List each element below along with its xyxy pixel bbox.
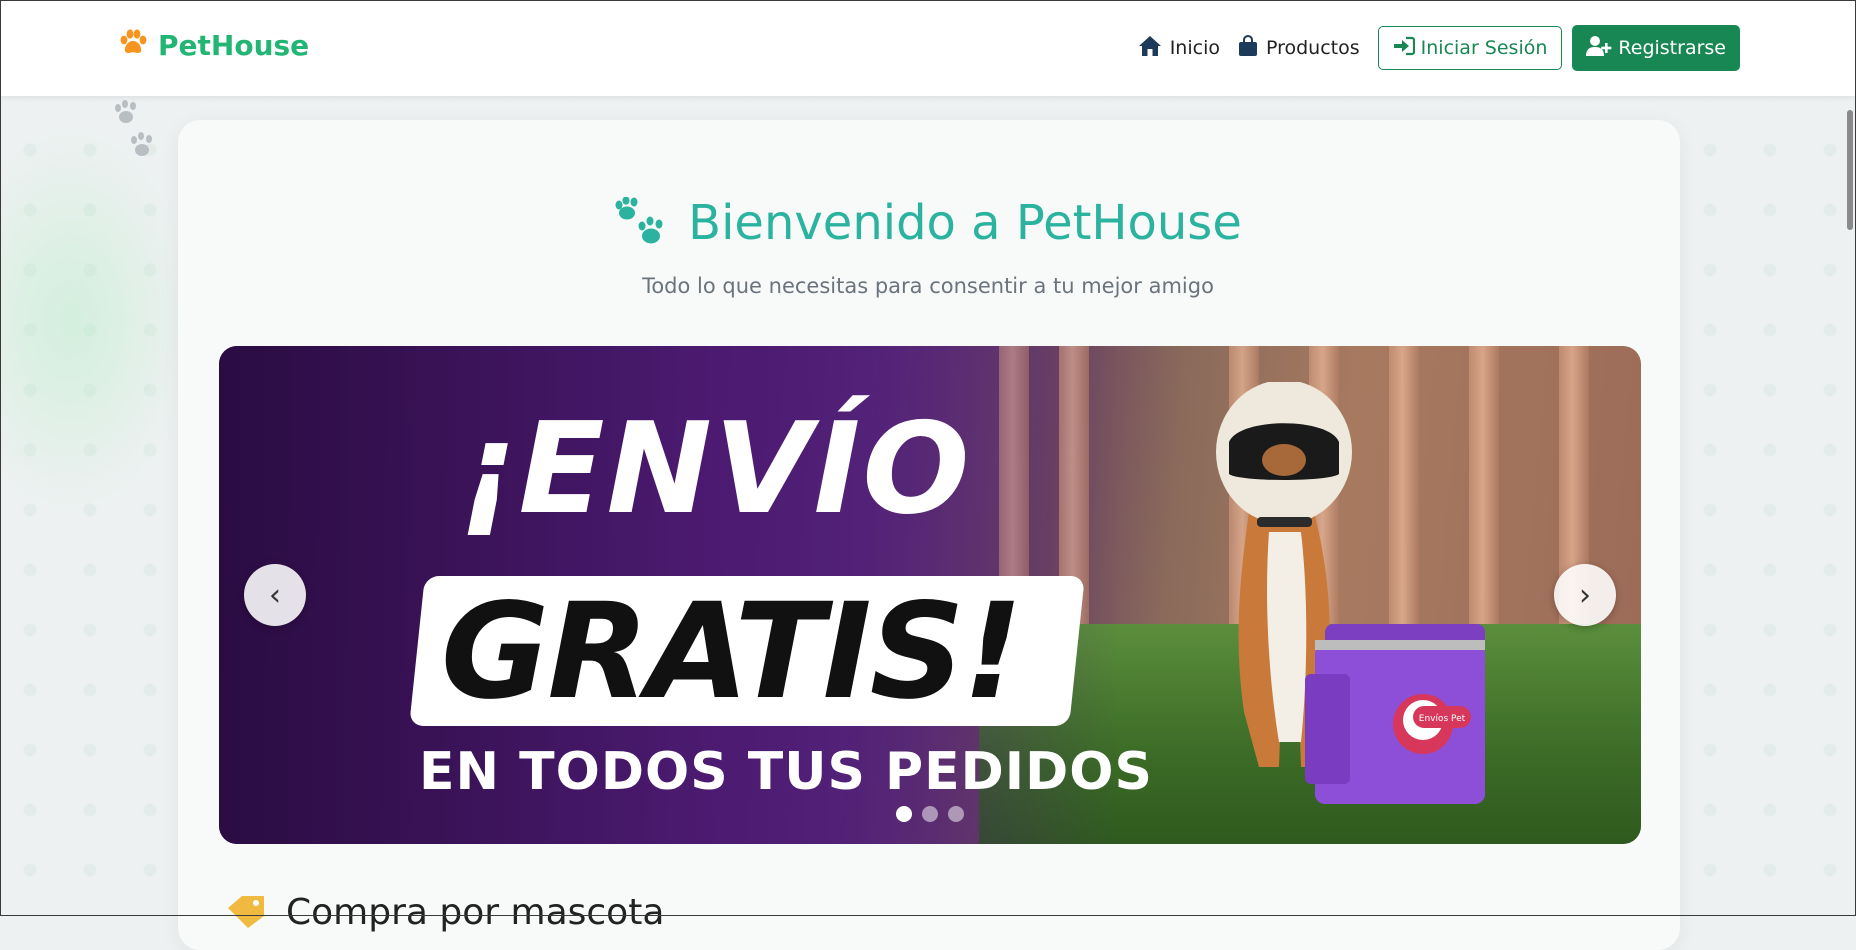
banner-column — [1469, 346, 1499, 646]
register-label: Registrarse — [1618, 37, 1726, 59]
chevron-right-icon: › — [1579, 577, 1591, 613]
chevron-left-icon: ‹ — [269, 577, 281, 613]
page-scrollbar[interactable] — [1847, 110, 1853, 230]
bag-brand-text: Envíos Pet — [1419, 714, 1466, 724]
nav-menu: Inicio Productos Iniciar Sesión Registra… — [1138, 25, 1740, 71]
login-button[interactable]: Iniciar Sesión — [1377, 26, 1563, 70]
nav-item-inicio[interactable]: Inicio — [1138, 35, 1220, 62]
page-title: Bienvenido a PetHouse — [688, 195, 1242, 251]
delivery-bag-image: Envíos Pet — [1305, 614, 1495, 818]
brand-name: PetHouse — [158, 28, 310, 62]
section-heading: Compra por mascota — [226, 892, 664, 933]
carousel-indicator-2[interactable] — [922, 806, 938, 822]
paw-icon — [118, 28, 148, 62]
home-icon — [1138, 35, 1162, 62]
carousel-indicator-1[interactable] — [896, 806, 912, 822]
banner-column — [1389, 346, 1419, 646]
banner-tagline: EN TODOS TUS PEDIDOS — [419, 742, 1153, 802]
bag-icon — [1238, 34, 1258, 62]
login-label: Iniciar Sesión — [1420, 37, 1548, 59]
sign-in-icon — [1393, 36, 1415, 61]
tag-icon — [226, 894, 266, 932]
brand-logo[interactable]: PetHouse — [118, 28, 309, 62]
nav-item-productos[interactable]: Productos — [1238, 34, 1360, 62]
carousel-indicator-3[interactable] — [948, 806, 964, 822]
carousel-prev-button[interactable]: ‹ — [244, 564, 306, 626]
user-plus-icon — [1586, 35, 1612, 62]
section-title: Compra por mascota — [286, 892, 665, 933]
hero-title: Bienvenido a PetHouse — [0, 195, 1856, 251]
navbar: PetHouse Inicio Productos Iniciar Sesión… — [0, 0, 1856, 96]
carousel-next-button[interactable]: › — [1554, 564, 1616, 626]
promo-carousel[interactable]: Envíos Pet ¡ENVÍO GRATIS! EN TODOS TUS P… — [219, 346, 1641, 844]
nav-item-label: Inicio — [1169, 37, 1220, 59]
banner-headline-highlight: GRATIS! — [441, 575, 1023, 729]
paws-icon — [614, 196, 666, 249]
background-glow — [0, 120, 200, 520]
carousel-indicators — [219, 806, 1641, 822]
page-subtitle: Todo lo que necesitas para consentir a t… — [642, 274, 1214, 298]
banner-headline: ¡ENVÍO — [459, 395, 972, 542]
paw-decoration-icon — [112, 100, 162, 174]
register-button[interactable]: Registrarse — [1572, 25, 1740, 71]
nav-item-label: Productos — [1265, 37, 1360, 59]
